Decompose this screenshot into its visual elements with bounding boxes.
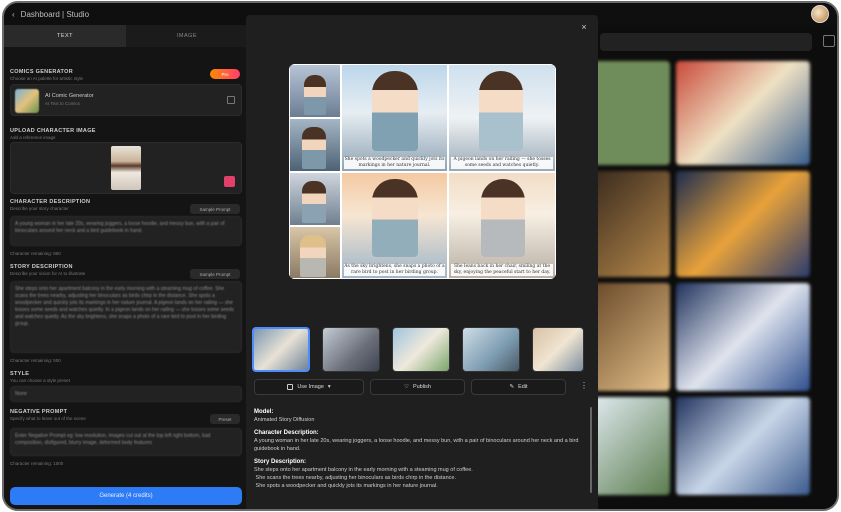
preset-button[interactable]: Preset [210,414,240,424]
panel-caption: She leans back in her chair, smiling at … [451,264,553,276]
use-image-label: Use Image [297,384,324,390]
tab-text[interactable]: TEXT [4,25,126,47]
generator-thumbnail [15,89,39,113]
negative-sub: Specify what to leave out of the scene [10,416,86,421]
edit-label: Edit [518,384,528,390]
gallery-panel [594,25,837,509]
story-section: STORY DESCRIPTION Describe your vision f… [10,264,242,363]
story-sample-button[interactable]: Sample Prompt [190,269,240,279]
generator-sub: Choose an AI palette for artistic style [10,76,84,81]
close-icon[interactable]: × [578,21,590,33]
variant-thumbnail[interactable] [252,327,310,372]
image-icon [287,384,294,390]
upload-label: UPLOAD CHARACTER IMAGE [10,128,96,134]
character-remaining: Character remaining: 860 [10,251,61,256]
edit-icon: ✎ [509,384,515,390]
comic-panel-1: She spots a woodpecker and quickly jots … [341,64,448,172]
user-avatar[interactable] [811,5,829,23]
back-icon[interactable]: ‹ [12,10,15,19]
generator-label: COMICS GENERATOR [10,69,73,75]
negative-label: NEGATIVE PROMPT [10,409,68,415]
story-line: She spots a woodpecker and quickly jots … [254,483,438,489]
generator-card[interactable]: AI Comic Generator AI Text to Comics [10,84,242,116]
gallery-card[interactable] [594,283,670,391]
image-preview-modal: × She spots a woodpecker and quickly jot… [246,15,598,509]
model-heading: Model: [254,409,274,415]
mode-tabs: TEXT IMAGE [4,25,248,47]
variant-thumbnail[interactable] [322,327,380,372]
comic-panel-small [289,226,341,279]
gallery-card[interactable] [676,171,810,277]
negative-prompt-input[interactable]: Enter Negative Prompt eg: low resolution… [10,428,242,456]
left-panel: TEXT IMAGE COMICS GENERATOR Choose an AI… [4,25,248,509]
gallery-card[interactable] [676,61,810,165]
gallery-card[interactable] [594,61,670,165]
comic-page-preview: She spots a woodpecker and quickly jots … [289,64,556,279]
comic-panel-small [289,64,341,118]
negative-remaining: Character remaining: 1000 [10,461,64,466]
comic-panel-3: As the sky brightens, she snaps a photo … [341,172,448,279]
comic-panel-4: She leans back in her chair, smiling at … [448,172,556,279]
comic-panel-small [289,118,341,172]
edit-button[interactable]: ✎ Edit [471,379,566,395]
upload-section: UPLOAD CHARACTER IMAGE Add a reference i… [10,128,242,194]
model-value: Animated Story Diffusion [254,417,315,423]
tab-image[interactable]: IMAGE [126,25,248,47]
publish-label: Publish [412,384,431,390]
generation-details: Model: Animated Story Diffusion Characte… [254,403,584,490]
upload-dropzone[interactable] [10,142,242,194]
pro-badge[interactable]: Pro [210,69,240,79]
style-section: STYLE You can choose a style preset None [10,371,242,402]
heart-icon: ♡ [404,384,409,390]
variant-thumbnail[interactable] [462,327,520,372]
delete-icon[interactable] [224,176,235,187]
character-description-input[interactable]: A young woman in her late 20s, wearing j… [10,216,242,246]
character-section: CHARACTER DESCRIPTION Describe your stor… [10,199,242,256]
gallery-search[interactable] [600,33,812,51]
story-remaining: Character remaining: 500 [10,358,61,363]
swap-icon[interactable] [227,96,235,104]
panel-caption: She spots a woodpecker and quickly jots … [344,157,445,169]
negative-section: NEGATIVE PROMPT Specify what to leave ou… [10,409,242,466]
publish-button[interactable]: ♡ Publish [370,379,465,395]
comic-panel-small [289,172,341,226]
character-sample-button[interactable]: Sample Prompt [190,204,240,214]
style-select[interactable]: None [10,386,242,402]
generator-section: COMICS GENERATOR Choose an AI palette fo… [10,69,242,116]
gallery-view-icon[interactable] [823,35,835,47]
chevron-down-icon: ▾ [327,384,331,390]
app-window: ‹ Dashboard | Studio TEXT IMAGE COMICS G… [2,1,839,511]
character-heading: Character Description: [254,430,319,436]
generate-button[interactable]: Generate (4 credits) [10,487,242,505]
generator-card-title: AI Comic Generator [45,93,94,99]
window-title: Dashboard | Studio [20,9,90,19]
generator-card-sub: AI Text to Comics [45,101,80,106]
more-options-icon[interactable]: ⋮ [576,379,592,395]
variant-thumbnail[interactable] [392,327,450,372]
use-image-button[interactable]: Use Image ▾ [254,379,364,395]
panel-caption: As the sky brightens, she snaps a photo … [344,264,445,276]
upload-sub: Add a reference image [10,135,56,140]
gallery-card[interactable] [594,397,670,495]
variant-thumbnails [252,327,592,372]
character-reference-image [111,146,141,190]
panel-caption: A pigeon lands on her railing — she toss… [451,157,553,169]
gallery-card[interactable] [676,397,810,495]
character-value: A young woman in her late 20s, wearing j… [254,438,579,452]
story-line: She steps onto her apartment balcony in … [254,467,473,473]
gallery-card[interactable] [676,283,810,391]
story-line: She scans the trees nearby, adjusting he… [254,475,456,481]
style-sub: You can choose a style preset [10,378,70,383]
style-label: STYLE [10,371,30,377]
story-heading: Story Description: [254,459,307,465]
story-description-input[interactable]: She steps onto her apartment balcony in … [10,281,242,353]
comic-panel-2: A pigeon lands on her railing — she toss… [448,64,556,172]
variant-thumbnail[interactable] [532,327,584,372]
details-scrollbar[interactable] [590,407,592,493]
gallery-card[interactable] [594,171,670,277]
